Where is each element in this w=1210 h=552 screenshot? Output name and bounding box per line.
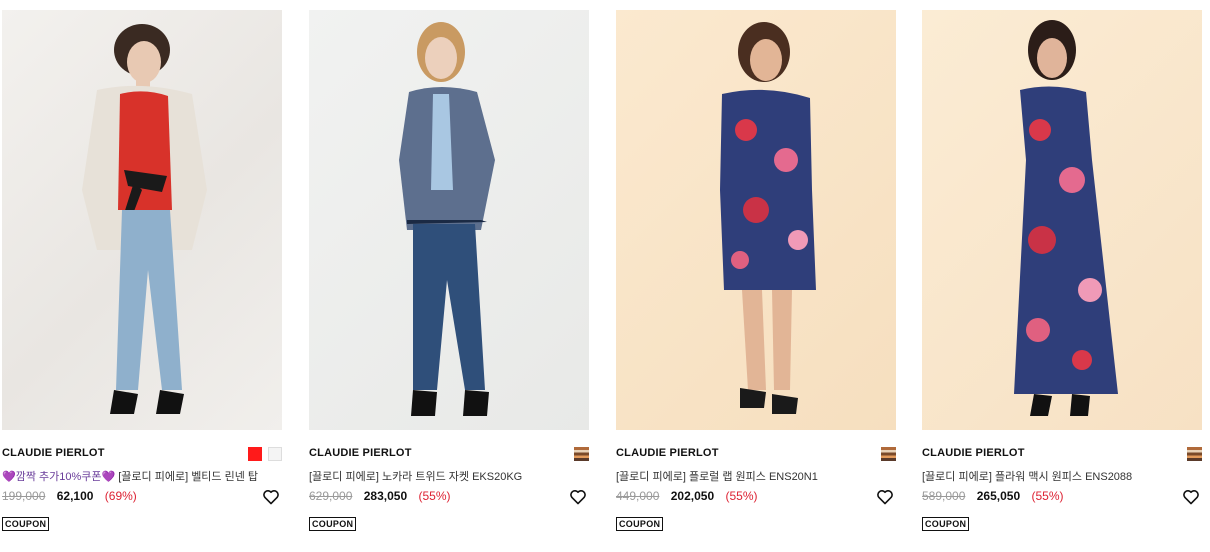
sale-price: 265,050: [976, 489, 1021, 503]
wishlist-heart-icon[interactable]: [569, 489, 587, 505]
model-figure: [399, 22, 495, 416]
color-swatches: [1187, 447, 1202, 461]
coupon-badge: COUPON: [616, 517, 664, 531]
product-title-text: [끌로디 피에로] 노카라 트위드 자켓 EKS20KG: [309, 471, 523, 483]
color-swatch-multi[interactable]: [881, 447, 896, 461]
product-title[interactable]: [끌로디 피에로] 노카라 트위드 자켓 EKS20KG: [309, 468, 589, 484]
product-title-text: [끌로디 피에로] 벨티드 린넨 탑: [115, 471, 259, 483]
product-title[interactable]: [끌로디 피에로] 플라워 맥시 원피스 ENS2088: [922, 468, 1202, 484]
original-price: 199,000: [2, 489, 46, 503]
price-row: 629,000 283,050 (55%): [309, 489, 589, 507]
model-figure: [1014, 20, 1118, 416]
product-card[interactable]: CLAUDIE PIERLOT [끌로디 피에로] 플로럴 랩 원피스 ENS2…: [616, 10, 896, 531]
discount-rate: (55%): [1031, 489, 1064, 503]
wishlist-heart-icon[interactable]: [1182, 489, 1200, 505]
original-price: 589,000: [922, 489, 966, 503]
product-title-text: [끌로디 피에로] 플라워 맥시 원피스 ENS2088: [922, 471, 1133, 483]
color-swatch-red[interactable]: [248, 447, 262, 461]
product-grid: CLAUDIE PIERLOT 💜깜짝 추가10%쿠폰💜 [끌로디 피에로] 벨…: [0, 0, 1210, 552]
product-image[interactable]: [309, 10, 589, 430]
color-swatch-white[interactable]: [268, 447, 282, 461]
color-swatch-multi[interactable]: [1187, 447, 1202, 461]
price-row: 449,000 202,050 (55%): [616, 489, 896, 507]
price-row: 589,000 265,050 (55%): [922, 489, 1202, 507]
product-card[interactable]: CLAUDIE PIERLOT 💜깜짝 추가10%쿠폰💜 [끌로디 피에로] 벨…: [2, 10, 282, 531]
color-swatches: [248, 447, 282, 461]
sale-price: 62,100: [56, 489, 94, 503]
model-figure: [82, 24, 207, 414]
coupon-badge: COUPON: [309, 517, 357, 531]
discount-rate: (55%): [725, 489, 758, 503]
product-title[interactable]: [끌로디 피에로] 플로럴 랩 원피스 ENS20N1: [616, 468, 896, 484]
product-title-text: [끌로디 피에로] 플로럴 랩 원피스 ENS20N1: [616, 471, 818, 483]
wishlist-heart-icon[interactable]: [876, 489, 894, 505]
discount-rate: (69%): [104, 489, 137, 503]
sale-price: 202,050: [670, 489, 715, 503]
brand-name: CLAUDIE PIERLOT: [922, 447, 1025, 459]
price-row: 199,000 62,100 (69%): [2, 489, 282, 507]
product-title[interactable]: 💜깜짝 추가10%쿠폰💜 [끌로디 피에로] 벨티드 린넨 탑: [2, 468, 282, 484]
original-price: 449,000: [616, 489, 660, 503]
wishlist-heart-icon[interactable]: [262, 489, 280, 505]
product-image[interactable]: [616, 10, 896, 430]
product-card[interactable]: CLAUDIE PIERLOT [끌로디 피에로] 플라워 맥시 원피스 ENS…: [922, 10, 1202, 531]
product-image[interactable]: [2, 10, 282, 430]
sale-price: 283,050: [363, 489, 408, 503]
brand-name: CLAUDIE PIERLOT: [309, 447, 412, 459]
discount-rate: (55%): [418, 489, 451, 503]
model-figure: [720, 22, 816, 414]
color-swatches: [574, 447, 589, 461]
coupon-badge: COUPON: [2, 517, 50, 531]
color-swatches: [881, 447, 896, 461]
original-price: 629,000: [309, 489, 353, 503]
coupon-badge: COUPON: [922, 517, 970, 531]
product-image[interactable]: [922, 10, 1202, 430]
color-swatch-multi[interactable]: [574, 447, 589, 461]
product-card[interactable]: CLAUDIE PIERLOT [끌로디 피에로] 노카라 트위드 자켓 EKS…: [309, 10, 589, 531]
promo-label: 💜깜짝 추가10%쿠폰💜: [2, 471, 116, 483]
brand-name: CLAUDIE PIERLOT: [2, 447, 105, 459]
brand-name: CLAUDIE PIERLOT: [616, 447, 719, 459]
